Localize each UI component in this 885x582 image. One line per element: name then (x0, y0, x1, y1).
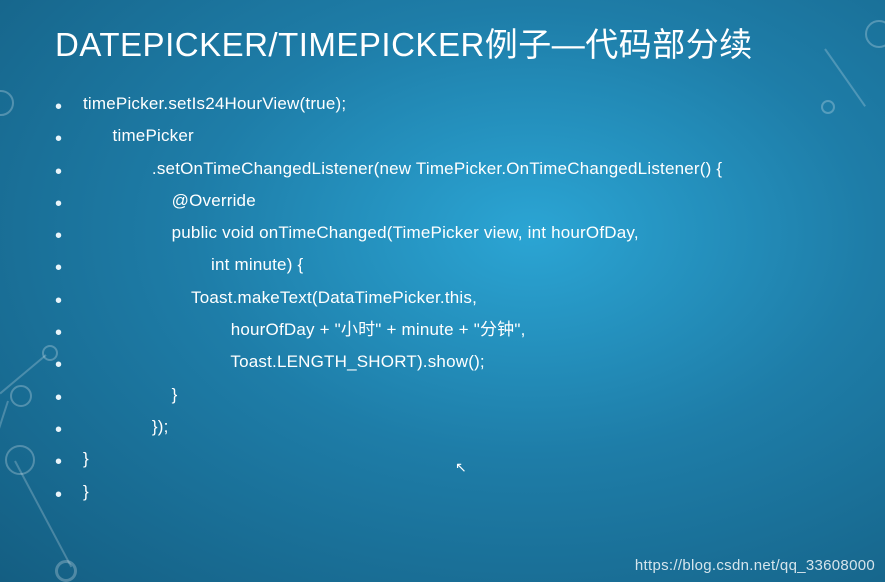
code-line: Toast.LENGTH_SHORT).show(); (55, 346, 830, 378)
code-line: hourOfDay + "小时" + minute + "分钟", (55, 314, 830, 346)
decor-ring (10, 385, 32, 407)
code-line: @Override (55, 185, 830, 217)
code-line: }); (55, 411, 830, 443)
decor-ring (55, 560, 77, 582)
mouse-cursor-icon: ↖ (455, 459, 467, 476)
code-line: .setOnTimeChangedListener(new TimePicker… (55, 153, 830, 185)
code-line: } (55, 476, 830, 508)
code-line: public void onTimeChanged(TimePicker vie… (55, 217, 830, 249)
code-line: int minute) { (55, 249, 830, 281)
code-line: } (55, 379, 830, 411)
code-line: timePicker.setIs24HourView(true); (55, 88, 830, 120)
decor-ring (865, 20, 885, 48)
code-line: Toast.makeText(DataTimePicker.this, (55, 282, 830, 314)
code-list: timePicker.setIs24HourView(true); timePi… (55, 88, 830, 508)
code-line: timePicker (55, 120, 830, 152)
slide-title: DATEPICKER/TIMEPICKER例子—代码部分续 (55, 18, 830, 66)
slide-content: DATEPICKER/TIMEPICKER例子—代码部分续 timePicker… (0, 0, 885, 528)
watermark-url: https://blog.csdn.net/qq_33608000 (635, 557, 875, 574)
code-line: } (55, 443, 830, 475)
